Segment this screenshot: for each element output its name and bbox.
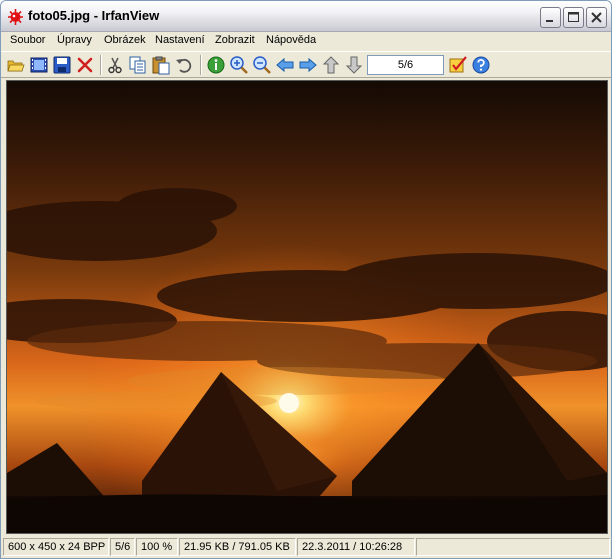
minimize-button[interactable] xyxy=(540,7,561,28)
toolbar: 5/6 xyxy=(1,51,611,78)
page-indicator[interactable]: 5/6 xyxy=(367,55,444,75)
copy-button[interactable] xyxy=(128,55,148,75)
menu-obrazek[interactable]: Obrázek xyxy=(104,34,146,46)
previous-button[interactable] xyxy=(275,55,295,75)
minimize-icon xyxy=(546,20,553,22)
slideshow-icon xyxy=(30,57,48,73)
cut-button[interactable] xyxy=(105,55,125,75)
status-bar: 600 x 450 x 24 BPP 5/6 100 % 21.95 KB / … xyxy=(1,536,611,558)
open-folder-icon xyxy=(7,60,25,72)
maximize-button[interactable] xyxy=(563,7,584,28)
first-icon xyxy=(322,56,340,74)
copy-icon xyxy=(129,56,146,74)
irfanview-window: foto05.jpg - IrfanView Soubor Úpravy Obr… xyxy=(0,0,612,559)
undo-button[interactable] xyxy=(174,55,194,75)
info-icon xyxy=(207,56,225,74)
help-icon xyxy=(472,56,490,74)
zoom-in-icon xyxy=(230,56,248,74)
last-icon xyxy=(345,56,363,74)
menu-soubor[interactable]: Soubor xyxy=(10,34,45,46)
zoom-out-icon xyxy=(253,56,271,74)
irfanview-app-icon[interactable] xyxy=(7,8,24,25)
next-icon xyxy=(299,57,317,73)
close-icon xyxy=(591,12,602,23)
zoom-out-button[interactable] xyxy=(252,55,272,75)
menu-upravy[interactable]: Úpravy xyxy=(57,34,92,46)
cut-icon xyxy=(108,57,122,74)
menu-zobrazit[interactable]: Zobrazit xyxy=(215,34,255,46)
status-empty xyxy=(416,538,610,556)
save-button[interactable] xyxy=(52,55,72,75)
window-title: foto05.jpg - IrfanView xyxy=(28,8,160,23)
undo-icon xyxy=(176,58,192,73)
maximize-icon xyxy=(568,12,579,22)
status-dimensions: 600 x 450 x 24 BPP xyxy=(3,538,109,556)
status-index: 5/6 xyxy=(110,538,135,556)
paste-button[interactable] xyxy=(151,55,171,75)
menu-napoveda[interactable]: Nápověda xyxy=(266,34,316,46)
menu-nastaveni[interactable]: Nastavení xyxy=(155,34,205,46)
next-button[interactable] xyxy=(298,55,318,75)
zoom-in-button[interactable] xyxy=(229,55,249,75)
last-button[interactable] xyxy=(344,55,364,75)
title-bar[interactable]: foto05.jpg - IrfanView xyxy=(1,1,611,32)
delete-icon xyxy=(77,57,93,73)
photo-pyramids-sunset xyxy=(7,81,607,533)
status-datetime: 22.3.2011 / 10:26:28 xyxy=(297,538,415,556)
help-button[interactable] xyxy=(471,55,491,75)
save-icon xyxy=(53,56,71,74)
paste-icon xyxy=(152,56,170,75)
status-file-size: 21.95 KB / 791.05 KB xyxy=(179,538,296,556)
slideshow-button[interactable] xyxy=(29,55,49,75)
toolbar-separator xyxy=(100,55,102,75)
properties-icon xyxy=(449,56,467,73)
status-zoom: 100 % xyxy=(136,538,178,556)
open-button[interactable] xyxy=(6,55,26,75)
properties-button[interactable] xyxy=(448,55,468,75)
info-button[interactable] xyxy=(206,55,226,75)
previous-icon xyxy=(276,57,294,73)
close-button[interactable] xyxy=(586,7,607,28)
image-viewport[interactable] xyxy=(6,80,608,534)
toolbar-separator xyxy=(200,55,202,75)
menu-bar: Soubor Úpravy Obrázek Nastavení Zobrazit… xyxy=(1,32,611,50)
delete-button[interactable] xyxy=(75,55,95,75)
first-button[interactable] xyxy=(321,55,341,75)
